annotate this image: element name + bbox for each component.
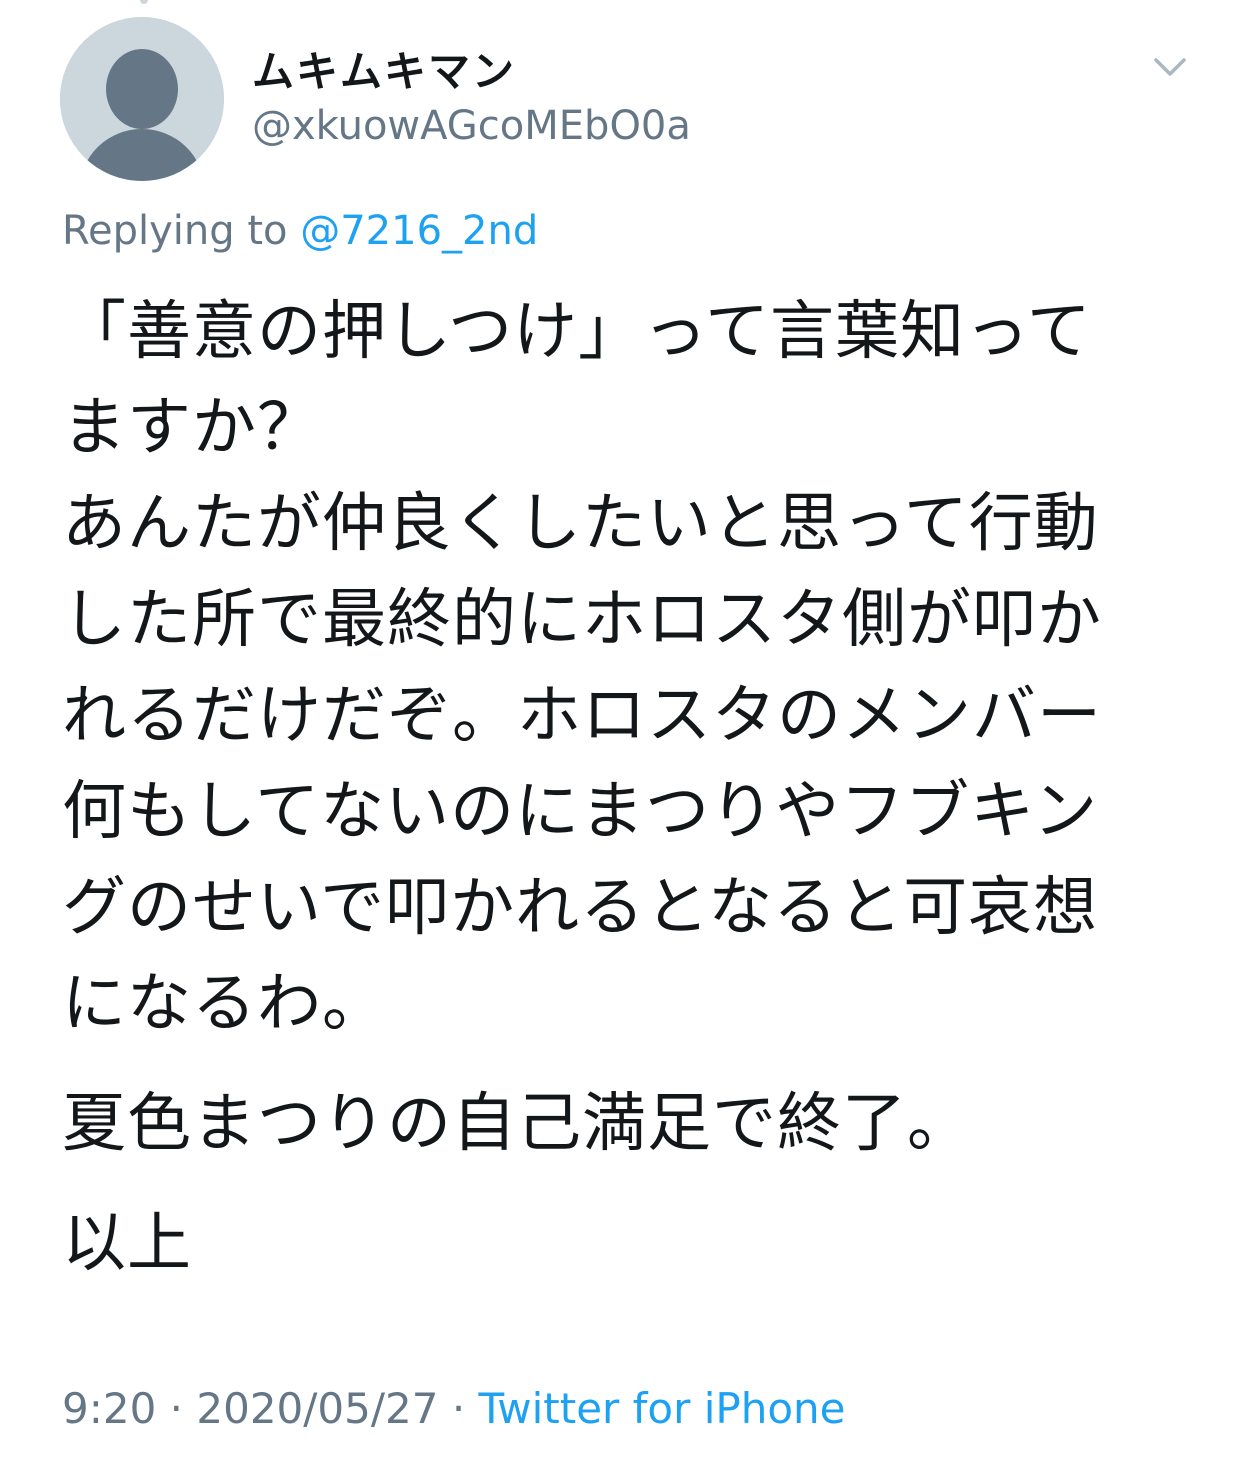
- scroll-indicator: [140, 0, 148, 4]
- tweet-meta: 9:20 · 2020/05/27 · Twitter for iPhone: [62, 1384, 846, 1433]
- tweet-paragraph: 以上: [62, 1207, 192, 1281]
- tweet-line: ますか？: [62, 391, 322, 465]
- meta-separator: ·: [156, 1384, 197, 1433]
- tweet-text: 「善意の押しつけ」って言葉知って ますか？ あんたが仲良くしたいと思って行動 し…: [62, 284, 1182, 1292]
- avatar[interactable]: [60, 17, 224, 181]
- tweet-line: 何もしてないのにまつりやフブキン: [62, 775, 1099, 849]
- tweet-time: 9:20: [62, 1384, 157, 1433]
- tweet-line: した所で最終的にホロスタ側が叩か: [62, 583, 1102, 657]
- user-handle[interactable]: @xkuowAGcoMEbO0a: [252, 103, 691, 149]
- meta-separator: ·: [438, 1384, 479, 1433]
- tweet-source-link[interactable]: Twitter for iPhone: [479, 1384, 846, 1433]
- reply-mention-link[interactable]: @7216_2nd: [300, 208, 538, 254]
- tweet-line: あんたが仲良くしたいと思って行動: [62, 487, 1099, 561]
- tweet-date: 2020/05/27: [196, 1384, 439, 1433]
- chevron-down-icon[interactable]: [1146, 48, 1194, 88]
- tweet-line: になるわ。: [62, 967, 387, 1041]
- display-name[interactable]: ムキムキマン: [252, 38, 516, 99]
- replying-to: Replying to @7216_2nd: [62, 208, 538, 254]
- default-profile-icon: [60, 17, 224, 181]
- tweet-line: 「善意の押しつけ」って言葉知って: [62, 295, 1092, 369]
- tweet-paragraph: 夏色まつりの自己満足で終了。: [62, 1087, 972, 1161]
- replying-to-label: Replying to: [62, 208, 301, 254]
- tweet-line: グのせいで叩かれるとなると可哀想: [62, 871, 1099, 945]
- tweet-line: れるだけだぞ。ホロスタのメンバー: [62, 679, 1102, 753]
